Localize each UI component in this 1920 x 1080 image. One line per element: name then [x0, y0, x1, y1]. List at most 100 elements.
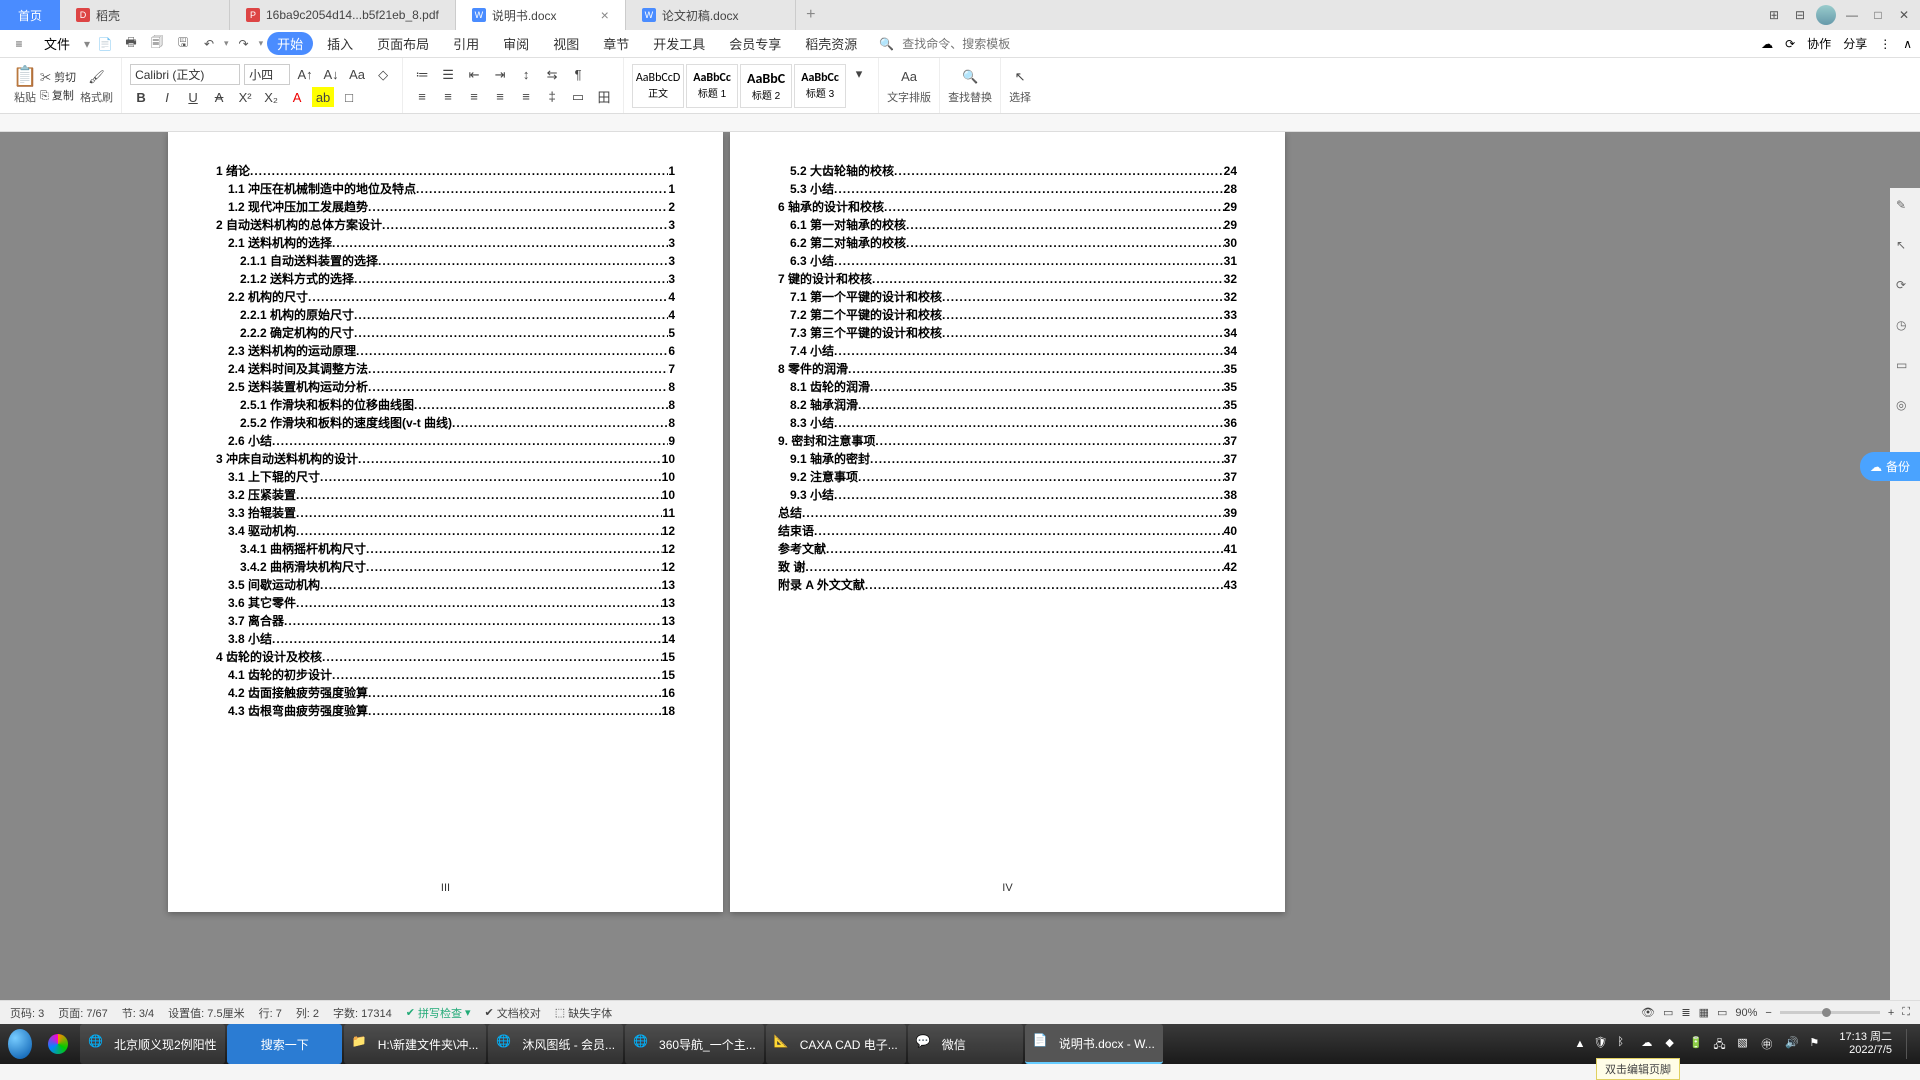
taskbar-item-explorer[interactable]: 🌐北京顺义现2例阳性 — [80, 1024, 225, 1064]
toc-entry[interactable]: 9.3 小结..................................… — [790, 486, 1237, 504]
toc-entry[interactable]: 7 键的设计和校核...............................… — [778, 270, 1237, 288]
line-spacing-button[interactable]: ‡ — [541, 87, 563, 107]
toc-entry[interactable]: 3.1 上下辊的尺寸..............................… — [228, 468, 675, 486]
show-desktop-button[interactable] — [1906, 1029, 1914, 1059]
toc-entry[interactable]: 5.3 小结..................................… — [790, 180, 1237, 198]
toc-entry[interactable]: 3 冲床自动送料机构的设计...........................… — [216, 450, 675, 468]
toc-entry[interactable]: 4.1 齿轮的初步设计.............................… — [228, 666, 675, 684]
search-input[interactable] — [898, 36, 1038, 52]
toc-entry[interactable]: 7.2 第二个平键的设计和校核.........................… — [790, 306, 1237, 324]
chevron-up-icon[interactable]: ∧ — [1903, 37, 1912, 51]
tray-volume-icon[interactable]: 🔊 — [1785, 1036, 1801, 1052]
update-icon[interactable]: ⟳ — [1785, 37, 1795, 51]
toc-entry[interactable]: 3.4.1 曲柄摇杆机构尺寸..........................… — [240, 540, 675, 558]
start-button[interactable] — [0, 1024, 40, 1064]
tray-flag-icon[interactable]: ⚑ — [1809, 1036, 1825, 1052]
font-size-select[interactable]: 小四 — [244, 64, 290, 85]
doc-check-button[interactable]: ✔ 文档校对 — [485, 1005, 541, 1021]
qat-new-icon[interactable]: 📄 — [94, 33, 116, 55]
toc-entry[interactable]: 4.2 齿面接触疲劳强度验算..........................… — [228, 684, 675, 702]
toc-entry[interactable]: 6.3 小结..................................… — [790, 252, 1237, 270]
taskbar-item-caxa[interactable]: 📐CAXA CAD 电子... — [766, 1024, 906, 1064]
tab-doc-active[interactable]: W说明书.docx× — [456, 0, 626, 30]
taskbar-pinned-app[interactable] — [40, 1024, 80, 1064]
sort-button[interactable]: ↕ — [515, 65, 537, 85]
zoom-out-button[interactable]: − — [1765, 1007, 1771, 1019]
toc-entry[interactable]: 7.1 第一个平键的设计和校核.........................… — [790, 288, 1237, 306]
distribute-button[interactable]: ≡ — [515, 87, 537, 107]
maximize-button[interactable]: □ — [1868, 5, 1888, 25]
toc-entry[interactable]: 9.1 轴承的密封...............................… — [790, 450, 1237, 468]
pencil-icon[interactable]: ✎ — [1896, 198, 1914, 216]
cut-button[interactable]: ✂ 剪切 — [40, 69, 76, 85]
tab-docer[interactable]: D稻壳 — [60, 0, 230, 30]
toc-entry[interactable]: 3.4.2 曲柄滑块机构尺寸..........................… — [240, 558, 675, 576]
toc-entry[interactable]: 4.3 齿根弯曲疲劳强度验算..........................… — [228, 702, 675, 720]
toc-entry[interactable]: 2.1.1 自动送料装置的选择.........................… — [240, 252, 675, 270]
toc-entry[interactable]: 3.2 压紧装置................................… — [228, 486, 675, 504]
toc-entry[interactable]: 8.3 小结..................................… — [790, 414, 1237, 432]
target-icon[interactable]: ◎ — [1896, 398, 1914, 416]
char-border-button[interactable]: □ — [338, 87, 360, 107]
toc-entry[interactable]: 3.6 其它零件................................… — [228, 594, 675, 612]
tray-battery-icon[interactable]: 🔋 — [1689, 1036, 1705, 1052]
toc-entry[interactable]: 6 轴承的设计和校核..............................… — [778, 198, 1237, 216]
avatar[interactable] — [1816, 5, 1836, 25]
toc-entry[interactable]: 3.7 离合器.................................… — [228, 612, 675, 630]
toc-entry[interactable]: 1.2 现代冲压加工发展趋势..........................… — [228, 198, 675, 216]
toc-entry[interactable]: 附录 A 外文文献...............................… — [778, 576, 1237, 594]
toc-entry[interactable]: 1.1 冲压在机械制造中的地位及特点......................… — [228, 180, 675, 198]
ribbon-tab-dev[interactable]: 开发工具 — [643, 32, 715, 55]
zoom-value[interactable]: 90% — [1735, 1007, 1757, 1019]
paste-icon[interactable]: 📋 — [14, 67, 36, 87]
cloud-sync-icon[interactable]: ☁ — [1761, 37, 1773, 51]
border-button[interactable]: 田 — [593, 87, 615, 107]
more-icon[interactable]: ⋮ — [1879, 37, 1891, 51]
tab-home[interactable]: 首页 — [0, 0, 60, 30]
toc-entry[interactable]: 2.2.2 确定机构的尺寸...........................… — [240, 324, 675, 342]
toc-entry[interactable]: 2.6 小结..................................… — [228, 432, 675, 450]
taskbar-item-wechat[interactable]: 💬微信 — [908, 1024, 1023, 1064]
undo-icon[interactable]: ↶ — [198, 33, 220, 55]
close-window-button[interactable]: ✕ — [1894, 5, 1914, 25]
italic-button[interactable]: I — [156, 87, 178, 107]
bullets-button[interactable]: ≔ — [411, 65, 433, 85]
bold-button[interactable]: B — [130, 87, 152, 107]
toc-entry[interactable]: 总结......................................… — [778, 504, 1237, 522]
toc-entry[interactable]: 2.2.1 机构的原始尺寸...........................… — [240, 306, 675, 324]
tray-up-icon[interactable]: ▲ — [1575, 1038, 1586, 1050]
align-center-button[interactable]: ≡ — [437, 87, 459, 107]
clock-icon[interactable]: ◷ — [1896, 318, 1914, 336]
ribbon-tab-insert[interactable]: 插入 — [317, 32, 363, 55]
toc-entry[interactable]: 9.2 注意事项................................… — [790, 468, 1237, 486]
view-web-icon[interactable]: ▦ — [1699, 1006, 1709, 1019]
hamburger-icon[interactable]: ≡ — [8, 33, 30, 55]
spell-check-button[interactable]: ✔ 拼写检查 ▾ — [406, 1005, 471, 1021]
toc-entry[interactable]: 6.1 第一对轴承的校核............................… — [790, 216, 1237, 234]
taskbar-item-folder[interactable]: 📁H:\新建文件夹\冲... — [344, 1024, 487, 1064]
toc-entry[interactable]: 1 绪论....................................… — [216, 162, 675, 180]
style-h2[interactable]: AaBbC标题 2 — [740, 64, 792, 108]
qat-save-icon[interactable]: 🖫 — [172, 33, 194, 55]
show-marks-button[interactable]: ¶ — [567, 65, 589, 85]
toc-entry[interactable]: 3.3 抬辊装置................................… — [228, 504, 675, 522]
font-color-button[interactable]: A — [286, 87, 308, 107]
backup-float-button[interactable]: ☁备份 — [1860, 452, 1920, 481]
collab-button[interactable]: 协作 — [1807, 35, 1831, 52]
status-word-count[interactable]: 字数: 17314 — [333, 1005, 392, 1021]
pointer-icon[interactable]: ↖ — [1896, 238, 1914, 256]
toc-entry[interactable]: 7.3 第三个平键的设计和校核.........................… — [790, 324, 1237, 342]
tray-cloud-icon[interactable]: ☁ — [1641, 1036, 1657, 1052]
toc-entry[interactable]: 致 谢.....................................… — [778, 558, 1237, 576]
toc-entry[interactable]: 4 齿轮的设计及校核..............................… — [216, 648, 675, 666]
status-page-number[interactable]: 页码: 3 — [10, 1005, 44, 1021]
tray-app-icon[interactable]: ◆ — [1665, 1036, 1681, 1052]
toc-entry[interactable]: 2.1 送料机构的选择.............................… — [228, 234, 675, 252]
grow-font-icon[interactable]: A↑ — [294, 65, 316, 85]
toc-entry[interactable]: 3.5 间歇运动机构..............................… — [228, 576, 675, 594]
tab-doc2[interactable]: W论文初稿.docx — [626, 0, 796, 30]
shrink-font-icon[interactable]: A↓ — [320, 65, 342, 85]
redo-icon[interactable]: ↷ — [233, 33, 255, 55]
ribbon-tab-member[interactable]: 会员专享 — [719, 32, 791, 55]
tab-button[interactable]: ⇆ — [541, 65, 563, 85]
